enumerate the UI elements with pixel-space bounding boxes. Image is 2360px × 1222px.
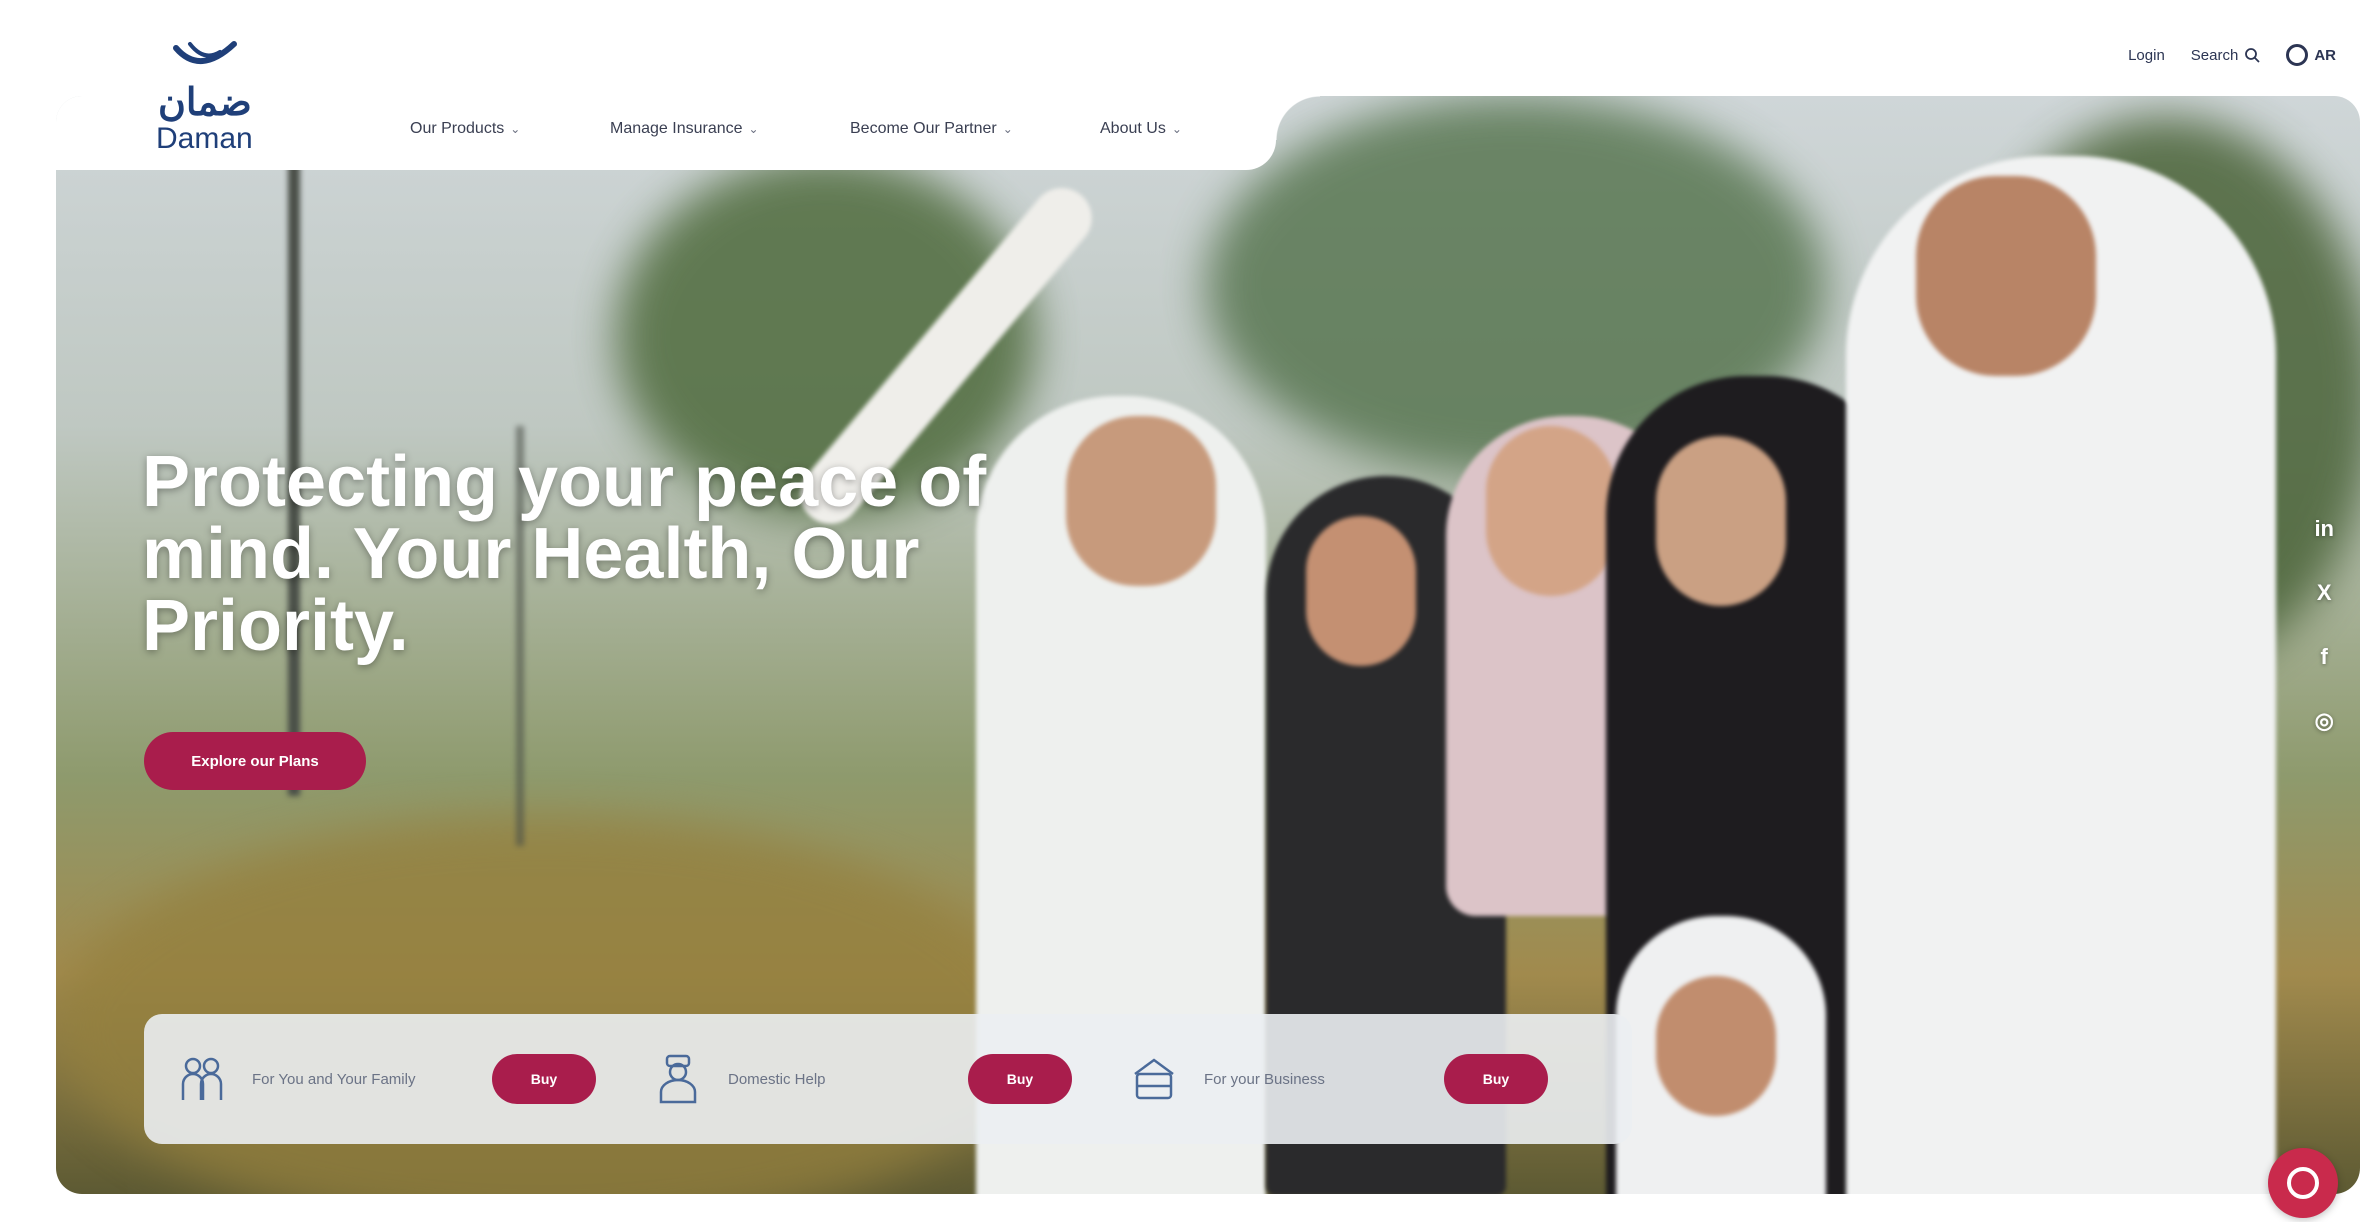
chevron-down-icon: ⌄ xyxy=(1002,122,1013,136)
quick-item-label: Domestic Help xyxy=(728,1070,826,1088)
chevron-down-icon: ⌄ xyxy=(748,122,759,136)
hero-banner: Protecting your peace of mind. Your Heal… xyxy=(56,96,2360,1194)
nav-label: Manage Insurance xyxy=(610,120,743,137)
login-link[interactable]: Login xyxy=(2128,47,2165,64)
social-links: in X f ◎ xyxy=(2314,516,2334,734)
quick-item-family: For You and Your Family Buy xyxy=(174,1051,650,1107)
chat-icon xyxy=(2287,1167,2319,1199)
nav-label: Become Our Partner xyxy=(850,120,997,137)
quick-item-label: For your Business xyxy=(1204,1070,1325,1088)
login-label: Login xyxy=(2128,46,2165,64)
hero-title: Protecting your peace of mind. Your Heal… xyxy=(142,442,987,666)
nav-label: Our Products xyxy=(410,120,505,137)
daman-logo[interactable]: ضمان Daman xyxy=(152,40,282,155)
nav-manage-insurance[interactable]: Manage Insurance ⌄ xyxy=(610,120,850,138)
person-face xyxy=(1656,436,1786,606)
chevron-down-icon: ⌄ xyxy=(1171,122,1182,136)
utility-bar: Login Search AR xyxy=(2128,44,2336,66)
buy-business-button[interactable]: Buy xyxy=(1444,1054,1548,1104)
person-face xyxy=(1916,176,2096,376)
quick-item-domestic: Domestic Help Buy xyxy=(650,1051,1126,1107)
domestic-helper-icon xyxy=(650,1051,706,1107)
facebook-icon[interactable]: f xyxy=(2321,644,2328,670)
main-nav: Our Products ⌄ Manage Insurance ⌄ Become… xyxy=(410,120,1230,138)
search-label: Search xyxy=(2190,46,2239,64)
quick-item-business: For your Business Buy xyxy=(1126,1051,1602,1107)
family-icon xyxy=(174,1051,230,1107)
person-face xyxy=(1656,976,1776,1116)
nav-notch-curve xyxy=(1276,96,1320,140)
person-face xyxy=(1066,416,1216,586)
logo-mark-icon xyxy=(173,41,237,65)
language-switch[interactable]: AR xyxy=(2286,44,2336,66)
quick-buy-bar: For You and Your Family Buy Domestic Hel… xyxy=(144,1014,1632,1144)
logo-english-text: Daman xyxy=(156,122,253,155)
nav-our-products[interactable]: Our Products ⌄ xyxy=(410,120,610,138)
quick-item-label: For You and Your Family xyxy=(252,1070,416,1088)
buy-family-button[interactable]: Buy xyxy=(492,1054,596,1104)
person-face xyxy=(1486,426,1616,596)
search-link[interactable]: Search xyxy=(2191,47,2261,64)
linkedin-icon[interactable]: in xyxy=(2314,516,2334,542)
nav-become-partner[interactable]: Become Our Partner ⌄ xyxy=(850,120,1100,138)
page: Protecting your peace of mind. Your Heal… xyxy=(0,0,2360,1222)
instagram-icon[interactable]: ◎ xyxy=(2315,708,2334,734)
logo-arabic-text: ضمان xyxy=(158,82,252,124)
buy-domestic-button[interactable]: Buy xyxy=(968,1054,1072,1104)
chat-button[interactable] xyxy=(2268,1148,2338,1218)
nav-about-us[interactable]: About Us ⌄ xyxy=(1100,120,1230,138)
language-label: AR xyxy=(2314,46,2336,64)
search-icon xyxy=(2245,48,2260,63)
business-icon xyxy=(1126,1051,1182,1107)
x-icon[interactable]: X xyxy=(2317,580,2332,606)
nav-label: About Us xyxy=(1100,120,1166,137)
chevron-down-icon: ⌄ xyxy=(510,122,521,136)
person-face xyxy=(1306,516,1416,666)
explore-plans-button[interactable]: Explore our Plans xyxy=(144,732,366,790)
globe-icon xyxy=(2286,44,2309,66)
